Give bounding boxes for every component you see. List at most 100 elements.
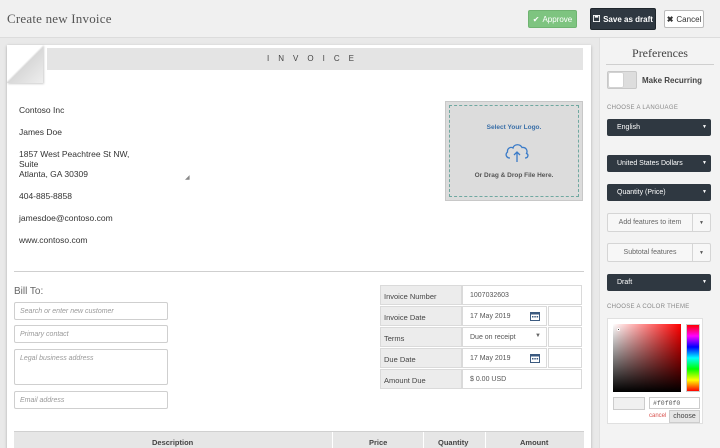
top-bar: Create new Invoice ✔ Approve Save as dra…	[0, 0, 720, 38]
terms-label: Terms	[380, 327, 462, 347]
primary-contact-input[interactable]: Primary contact	[14, 325, 168, 343]
chevron-down-icon: ▼	[535, 333, 541, 339]
status-value: Draft	[617, 279, 633, 286]
currency-select[interactable]: United States Dollars ▼	[607, 155, 711, 172]
save-draft-button[interactable]: Save as draft	[590, 8, 656, 30]
company-address[interactable]: 1857 West Peachtree St NW, Suite Atlanta…	[19, 149, 129, 179]
invoice-date-extra	[548, 306, 582, 326]
close-icon: ✖	[666, 14, 674, 24]
color-picker[interactable]: #f0f0f0 cancel choose	[607, 318, 703, 424]
chevron-down-icon: ▼	[702, 189, 707, 195]
color-hex-input[interactable]: #f0f0f0	[649, 397, 700, 409]
picker-choose-button[interactable]: choose	[669, 410, 700, 423]
color-preview-swatch	[613, 397, 645, 410]
business-address-textarea[interactable]: Legal business address	[14, 349, 168, 385]
company-name[interactable]: Contoso Inc	[19, 105, 129, 115]
toggle-knob	[609, 73, 623, 87]
currency-value: United States Dollars	[617, 160, 683, 167]
invoice-paper: INVOICE Contoso Inc James Doe 1857 West …	[7, 45, 591, 448]
due-date-input[interactable]: 17 May 2019	[462, 348, 547, 368]
due-date-label: Due Date	[380, 348, 462, 368]
recurring-label: Make Recurring	[642, 76, 703, 85]
chevron-down-icon: ▼	[702, 279, 707, 285]
page-title: Create new Invoice	[7, 11, 112, 26]
terms-select[interactable]: Due on receipt ▼	[462, 327, 547, 347]
check-icon: ✔	[532, 14, 540, 24]
company-details[interactable]: Contoso Inc James Doe 1857 West Peachtre…	[19, 105, 129, 257]
quantity-format-select[interactable]: Quantity (Price) ▼	[607, 184, 711, 201]
col-quantity: Quantity	[438, 438, 469, 447]
bill-to-label: Bill To:	[14, 286, 44, 297]
logo-drag-text: Or Drag & Drop File Here.	[474, 172, 554, 179]
section-divider	[14, 271, 584, 272]
picker-cancel-link[interactable]: cancel	[649, 413, 666, 419]
add-features-dropdown[interactable]: Add features to item ▼	[607, 213, 711, 232]
save-draft-label: Save as draft	[603, 14, 653, 24]
add-features-label: Add features to item	[618, 219, 682, 226]
amount-due-value: $ 0.00 USD	[462, 369, 582, 389]
company-phone[interactable]: 404-885-8858	[19, 191, 129, 201]
resize-handle[interactable]: ◢	[185, 174, 190, 181]
customer-search-input[interactable]: Search or enter new customer	[14, 302, 168, 320]
invoice-date-value: 17 May 2019	[470, 313, 511, 320]
invoice-date-input[interactable]: 17 May 2019	[462, 306, 547, 326]
col-separator	[423, 432, 424, 448]
amount-due-label: Amount Due	[380, 369, 462, 389]
split-divider	[692, 244, 693, 261]
col-price: Price	[369, 438, 388, 447]
cancel-label: Cancel	[676, 14, 702, 24]
customer-email-input[interactable]: Email address	[14, 391, 168, 409]
cloud-upload-icon	[504, 142, 530, 169]
color-section-label: CHOOSE A COLOR THEME	[607, 304, 690, 310]
quantity-format-value: Quantity (Price)	[617, 189, 666, 196]
calendar-icon[interactable]	[530, 311, 540, 323]
address-line-2: Suite	[19, 159, 39, 169]
terms-value: Due on receipt	[470, 334, 516, 341]
status-select[interactable]: Draft ▼	[607, 274, 711, 291]
logo-upload-dropzone[interactable]: Select Your Logo. Or Drag & Drop File He…	[445, 101, 583, 201]
due-date-extra	[548, 348, 582, 368]
logo-select-text: Select Your Logo.	[486, 124, 542, 131]
split-divider	[692, 214, 693, 231]
recurring-toggle[interactable]	[607, 71, 637, 89]
color-selector-dot[interactable]	[617, 328, 620, 331]
saturation-value-square[interactable]	[613, 324, 681, 392]
chevron-down-icon: ▼	[702, 124, 707, 130]
chevron-down-icon[interactable]: ▼	[699, 220, 704, 226]
invoice-number-input[interactable]: 1007032603	[462, 285, 582, 305]
calendar-icon[interactable]	[530, 353, 540, 365]
col-separator	[332, 432, 333, 448]
invoice-header-bar: INVOICE	[47, 48, 583, 70]
col-description: Description	[152, 438, 194, 447]
company-email[interactable]: jamesdoe@contoso.com	[19, 213, 129, 223]
company-website[interactable]: www.contoso.com	[19, 235, 129, 245]
items-table-header: Description Price Quantity Amount	[14, 431, 584, 448]
language-value: English	[617, 124, 640, 131]
address-line-3: Atlanta, GA 30309	[19, 169, 88, 179]
preferences-title: Preferences	[632, 46, 688, 60]
preferences-sidebar: Preferences Make Recurring CHOOSE A LANG…	[599, 38, 720, 448]
subtotal-features-dropdown[interactable]: Subtotal features ▼	[607, 243, 711, 262]
invoice-header-title: INVOICE	[267, 54, 363, 63]
subtotal-features-label: Subtotal features	[623, 249, 677, 256]
approve-button[interactable]: ✔ Approve	[528, 10, 577, 28]
dropzone-border: Select Your Logo. Or Drag & Drop File He…	[449, 105, 579, 197]
invoice-date-label: Invoice Date	[380, 306, 462, 326]
language-section-label: CHOOSE A LANGUAGE	[607, 105, 679, 111]
page-corner-fold	[7, 45, 43, 83]
terms-extra	[548, 327, 582, 347]
col-separator	[485, 432, 486, 448]
hue-slider[interactable]	[686, 324, 700, 392]
cancel-button[interactable]: ✖ Cancel	[664, 10, 704, 28]
company-contact[interactable]: James Doe	[19, 127, 129, 137]
save-icon	[593, 14, 601, 24]
address-line-1: 1857 West Peachtree St NW,	[19, 149, 130, 159]
col-amount: Amount	[520, 438, 549, 447]
chevron-down-icon[interactable]: ▼	[699, 250, 704, 256]
approve-label: Approve	[542, 14, 573, 24]
title-divider	[606, 64, 714, 65]
invoice-number-label: Invoice Number	[380, 285, 462, 305]
language-select[interactable]: English ▼	[607, 119, 711, 136]
chevron-down-icon: ▼	[702, 160, 707, 166]
due-date-value: 17 May 2019	[470, 355, 511, 362]
